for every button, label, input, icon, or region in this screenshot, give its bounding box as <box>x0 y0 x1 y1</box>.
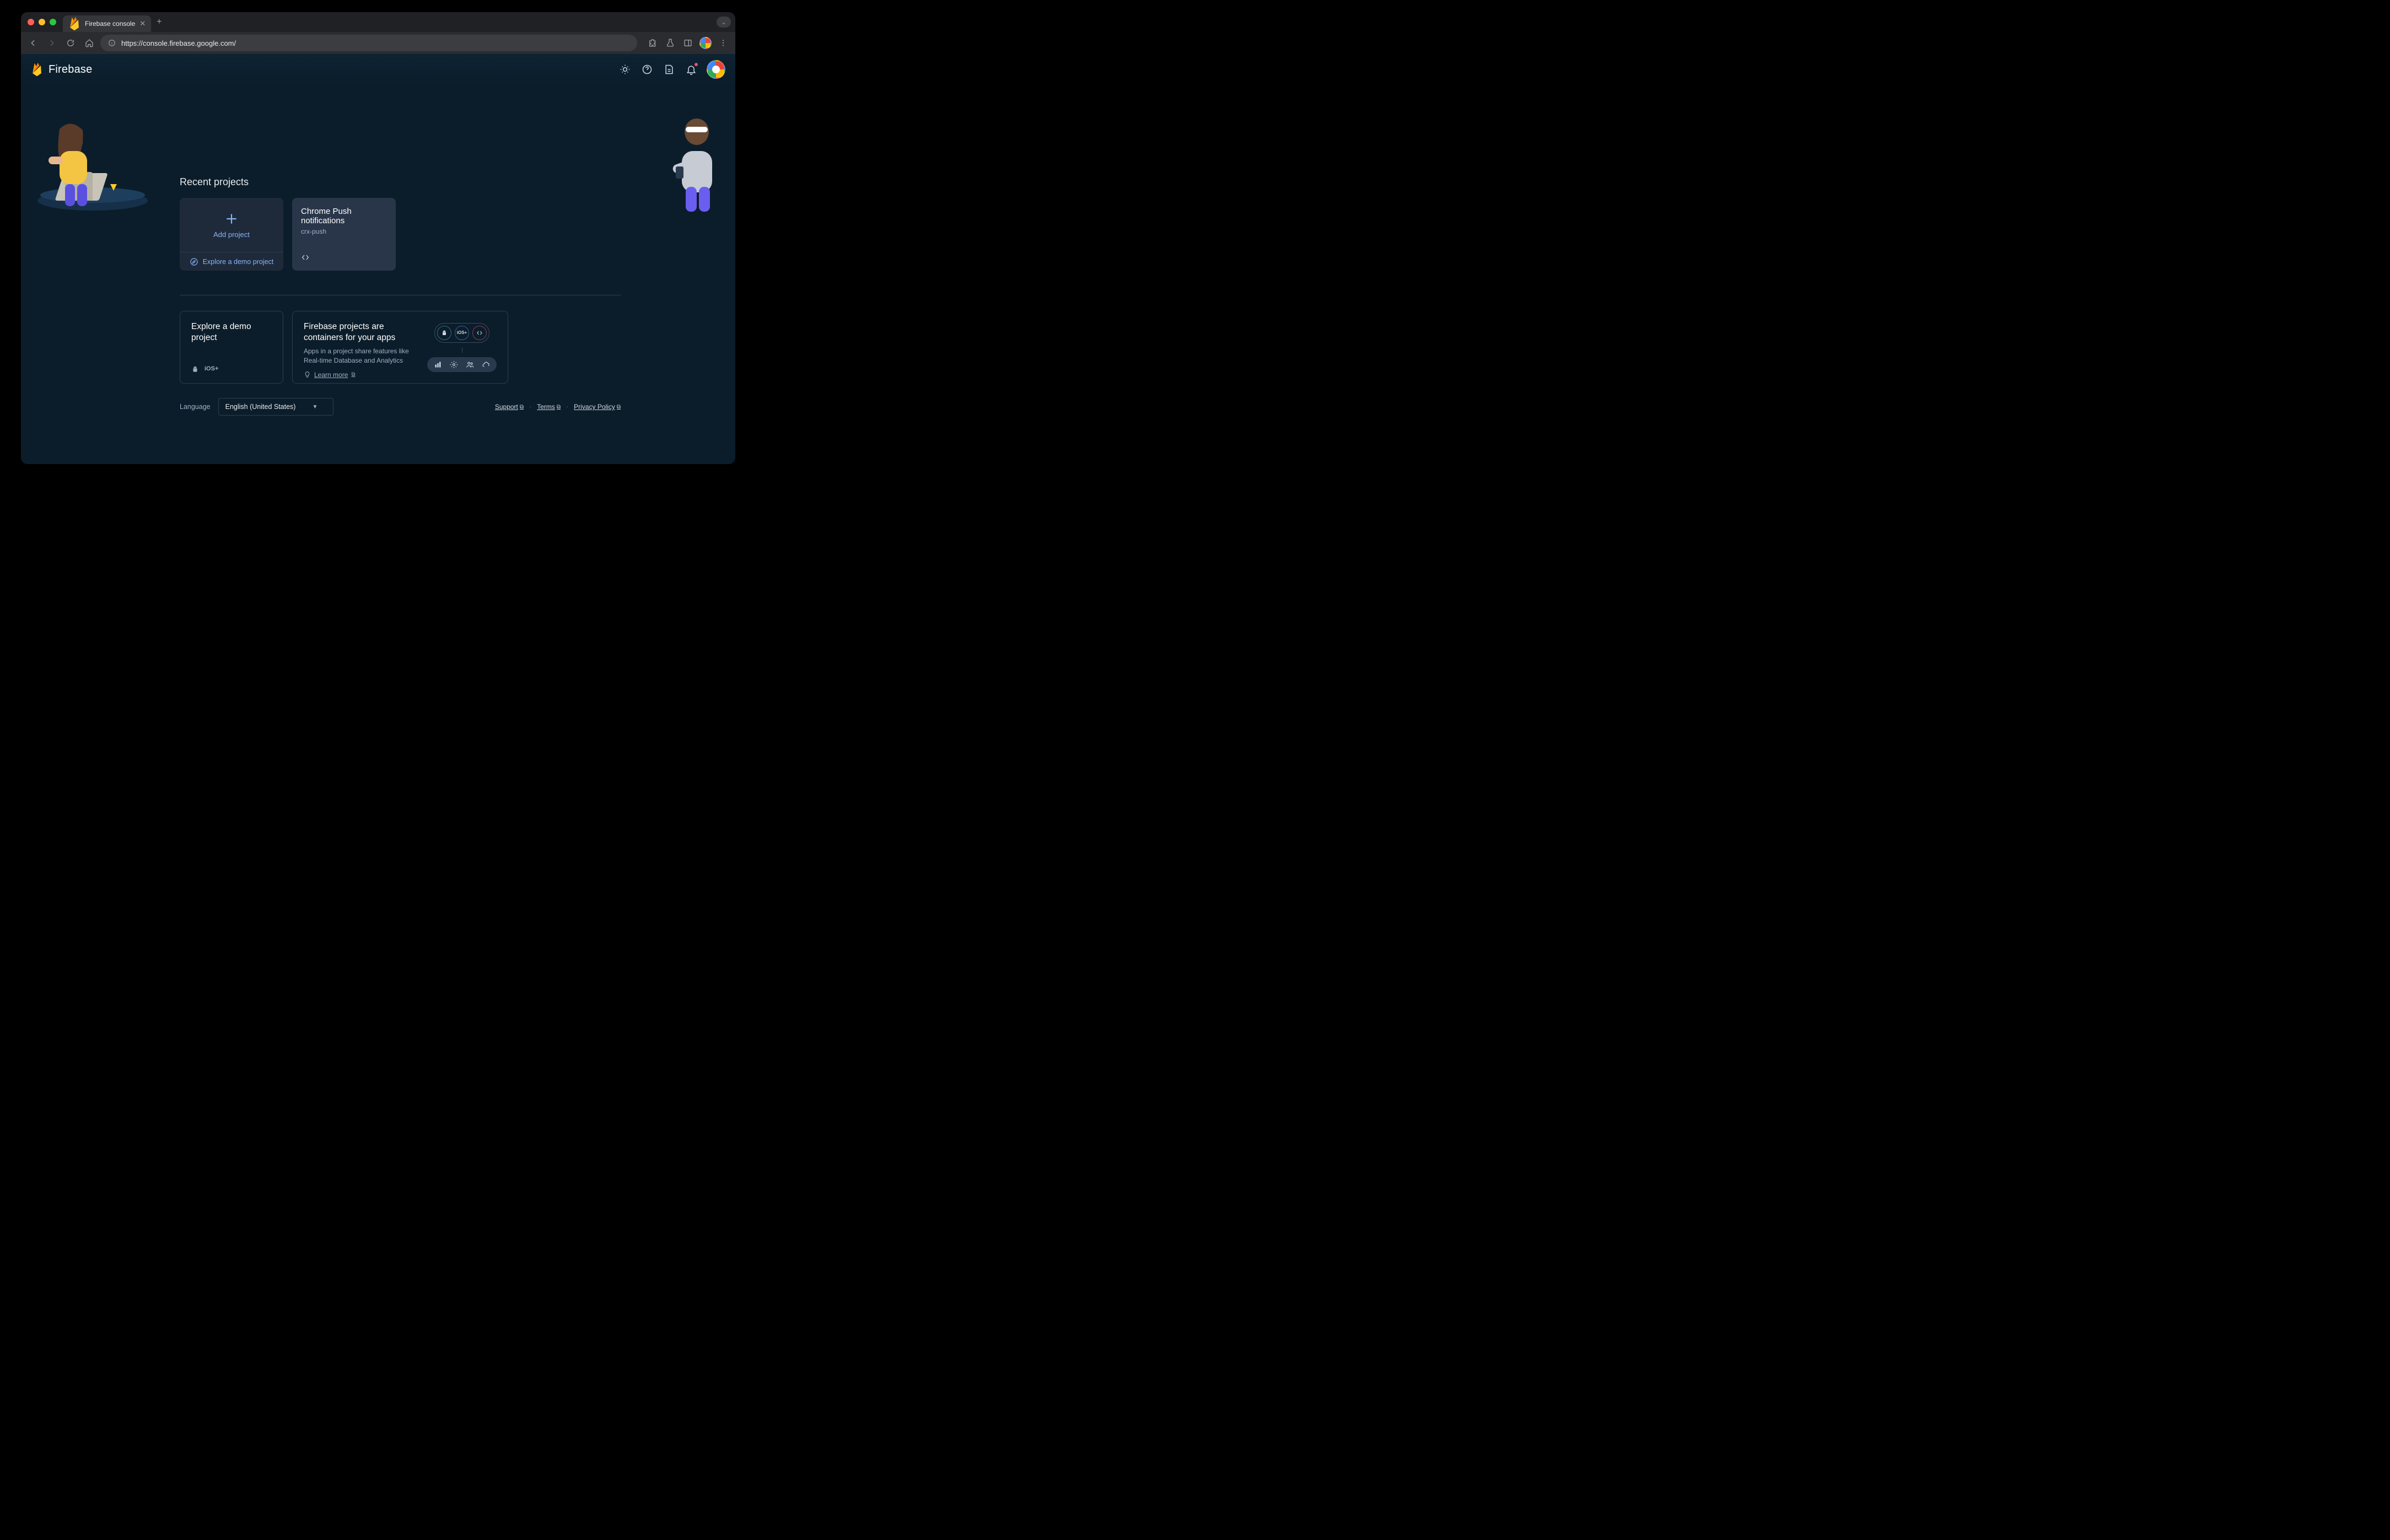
main-content: Recent projects Add project Explore a de… <box>180 212 621 427</box>
browser-tab[interactable]: Firebase console ✕ <box>63 15 151 32</box>
docs-button[interactable] <box>663 63 676 76</box>
firebase-logo-icon <box>31 62 43 77</box>
avatar-icon <box>699 37 712 49</box>
android-icon <box>191 365 199 373</box>
illustration-right <box>652 101 735 212</box>
explore-demo-label: Explore a demo project <box>203 258 274 266</box>
learn-more-link[interactable]: Learn more ⧉ <box>304 371 416 379</box>
notifications-button[interactable] <box>685 63 698 76</box>
info-cards-row: Explore a demo project iOS+ Firebase pro… <box>180 311 621 384</box>
android-pill-icon <box>437 326 451 340</box>
home-button[interactable] <box>82 35 97 51</box>
illustration-left <box>32 101 153 212</box>
firebase-console-page: Firebase <box>21 54 735 464</box>
cloud-icon <box>482 360 490 369</box>
side-panel-button[interactable] <box>680 35 696 51</box>
explore-card-platforms: iOS+ <box>191 365 272 373</box>
analytics-icon <box>434 360 442 369</box>
containers-title: Firebase projects are containers for you… <box>304 321 416 343</box>
fullscreen-window-button[interactable] <box>50 19 56 25</box>
forward-button[interactable] <box>44 35 60 51</box>
plus-icon <box>224 212 239 226</box>
chrome-menu-button[interactable] <box>715 35 731 51</box>
help-button[interactable] <box>640 63 654 76</box>
extensions-button[interactable] <box>645 35 660 51</box>
web-pill-icon <box>472 326 487 340</box>
chevron-down-icon: ▼ <box>312 404 317 410</box>
external-link-icon: ⧉ <box>617 404 621 410</box>
close-window-button[interactable] <box>28 19 34 25</box>
new-tab-button[interactable]: + <box>151 17 167 27</box>
project-id: crx-push <box>301 228 387 235</box>
reload-button[interactable] <box>63 35 78 51</box>
url-text: https://console.firebase.google.com/ <box>121 39 236 47</box>
project-card[interactable]: Chrome Push notifications crx-push <box>292 198 396 271</box>
toolbar-right <box>645 35 731 51</box>
external-link-icon: ⧉ <box>557 404 561 410</box>
close-tab-button[interactable]: ✕ <box>139 19 146 28</box>
notification-badge-icon <box>694 62 698 67</box>
project-cards-row: Add project Explore a demo project Chrom… <box>180 198 621 271</box>
language-label: Language <box>180 403 211 411</box>
tab-bar: Firebase console ✕ + ⌄ <box>21 12 735 32</box>
firebase-header: Firebase <box>21 54 735 85</box>
labs-button[interactable] <box>663 35 678 51</box>
add-project-button[interactable]: Add project <box>180 198 283 252</box>
users-icon <box>466 360 474 369</box>
containers-visual: iOS+ <box>427 321 497 373</box>
google-account-button[interactable] <box>707 60 725 79</box>
settings-icon <box>450 360 458 369</box>
ios-pill-icon: iOS+ <box>455 326 469 340</box>
learn-more-label: Learn more <box>314 371 348 379</box>
browser-toolbar: https://console.firebase.google.com/ <box>21 32 735 54</box>
privacy-link[interactable]: Privacy Policy⧉ <box>574 403 621 411</box>
project-platform-icon <box>301 253 387 262</box>
add-project-tile: Add project Explore a demo project <box>180 198 283 271</box>
tab-overflow-button[interactable]: ⌄ <box>717 17 731 28</box>
terms-link[interactable]: Terms⧉ <box>537 403 561 411</box>
project-name: Chrome Push notifications <box>301 207 387 225</box>
profile-icon[interactable] <box>698 35 713 51</box>
ios-icon: iOS+ <box>204 365 218 373</box>
address-bar[interactable]: https://console.firebase.google.com/ <box>100 35 637 51</box>
web-icon <box>301 253 310 262</box>
lightbulb-icon <box>304 371 311 378</box>
explore-demo-card[interactable]: Explore a demo project iOS+ <box>180 311 283 384</box>
language-select[interactable]: English (United States) ▼ <box>218 398 334 416</box>
compass-icon <box>190 257 198 266</box>
language-value: English (United States) <box>225 403 296 411</box>
firebase-favicon-icon <box>68 16 80 31</box>
page-footer: Language English (United States) ▼ Suppo… <box>180 398 621 416</box>
explore-card-title: Explore a demo project <box>191 321 272 343</box>
containers-subtitle: Apps in a project share features like Re… <box>304 347 416 365</box>
browser-window: Firebase console ✕ + ⌄ https://console.f… <box>21 12 735 464</box>
minimize-window-button[interactable] <box>39 19 45 25</box>
external-link-icon: ⧉ <box>351 371 355 378</box>
theme-toggle-button[interactable] <box>618 63 632 76</box>
back-button[interactable] <box>25 35 41 51</box>
add-project-label: Add project <box>213 230 250 239</box>
support-link[interactable]: Support⧉ <box>495 403 524 411</box>
recent-projects-title: Recent projects <box>180 176 621 188</box>
containers-info-card: Firebase projects are containers for you… <box>292 311 508 384</box>
tab-title: Firebase console <box>85 20 135 28</box>
hero-banner <box>21 85 735 212</box>
firebase-brand: Firebase <box>49 63 92 76</box>
explore-demo-link[interactable]: Explore a demo project <box>180 252 283 271</box>
window-controls <box>28 19 56 25</box>
external-link-icon: ⧉ <box>520 404 524 410</box>
site-info-icon[interactable] <box>108 39 116 47</box>
